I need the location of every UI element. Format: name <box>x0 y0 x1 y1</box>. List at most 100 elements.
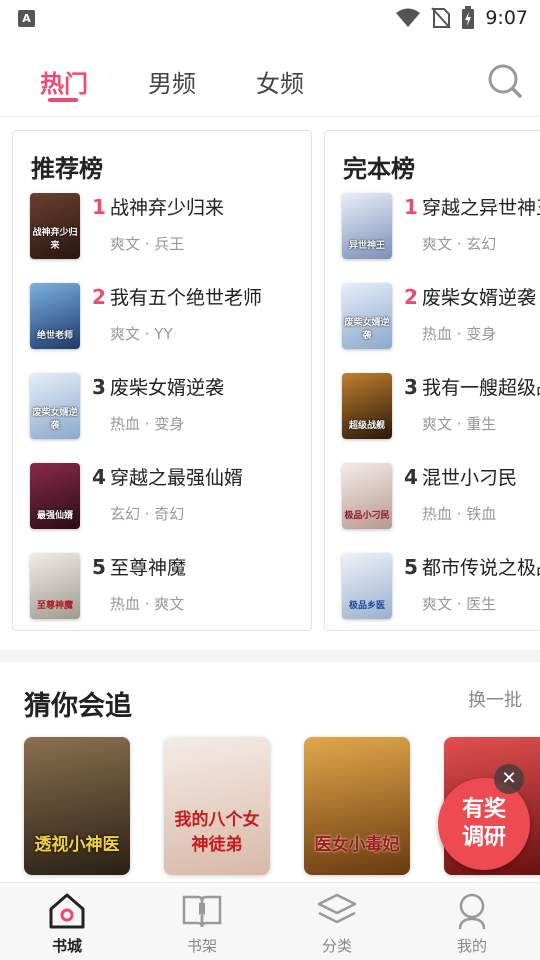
cover-title: 废柴女婿逆袭 <box>344 318 390 341</box>
book-tags: 热血 · 爽文 <box>110 595 185 613</box>
rank-item[interactable]: 至尊神魔 5 至尊神魔 热血 · 爽文 <box>30 553 311 623</box>
rank-item[interactable]: 最强仙婿 4 穿越之最强仙婿 玄幻 · 奇幻 <box>30 463 311 533</box>
nav-bookshelf[interactable]: 书架 <box>157 889 247 959</box>
rank-number: 5 <box>404 555 418 579</box>
rank-item[interactable]: 废柴女婿逆袭 3 废柴女婿逆袭 热血 · 变身 <box>30 373 311 443</box>
refresh-button[interactable]: 换一批 <box>468 686 522 712</box>
cover-title: 至尊神魔 <box>36 601 73 611</box>
cover-title: 废柴女婿逆袭 <box>32 408 78 431</box>
nav-category[interactable]: 分类 <box>292 889 382 959</box>
tab-female[interactable]: 女频 <box>256 64 304 99</box>
cover-title: 极品乡医 <box>348 601 385 611</box>
book-title: 我有一艘超级战舰 <box>422 377 540 399</box>
rank-number: 2 <box>404 285 418 309</box>
rank-item[interactable]: 异世神王 1 穿越之异世神王 爽文 · 玄幻 <box>342 193 540 263</box>
panel-title: 推荐榜 <box>31 155 103 183</box>
rank-number: 1 <box>404 195 418 219</box>
cover-title: 战神弃少归来 <box>32 228 78 251</box>
book-title: 至尊神魔 <box>110 557 187 579</box>
book-title: 废柴女婿逆袭 <box>422 287 537 309</box>
book-cover[interactable]: 极品小刁民 <box>342 463 392 529</box>
tab-male[interactable]: 男频 <box>148 64 196 99</box>
book-title: 穿越之异世神王 <box>422 197 540 219</box>
rank-item[interactable]: 极品小刁民 4 混世小刁民 热血 · 铁血 <box>342 463 540 533</box>
home-icon <box>49 893 85 929</box>
finished-rank-panel: 完本榜 异世神王 1 穿越之异世神王 爽文 · 玄幻 废柴女婿逆袭 2 废柴女婿… <box>324 130 540 631</box>
rank-item[interactable]: 超级战舰 3 我有一艘超级战舰 爽文 · 重生 <box>342 373 540 443</box>
rank-number: 4 <box>92 465 106 489</box>
nav-profile[interactable]: 我的 <box>427 889 517 959</box>
tab-divider <box>0 116 540 117</box>
book-title: 废柴女婿逆袭 <box>110 377 225 399</box>
bottom-navigation: 书城 书架 分类 我的 <box>0 882 540 960</box>
book-cover[interactable]: 废柴女婿逆袭 <box>342 283 392 349</box>
rank-number: 3 <box>404 375 418 399</box>
book-tags: 热血 · 变身 <box>110 415 185 433</box>
cover-title: 异世神王 <box>348 241 385 251</box>
rank-item[interactable]: 战神弃少归来 1 战神弃少归来 爽文 · 兵王 <box>30 193 311 263</box>
rank-item[interactable]: 废柴女婿逆袭 2 废柴女婿逆袭 热血 · 变身 <box>342 283 540 353</box>
active-tab-indicator <box>48 98 78 102</box>
book-cover[interactable]: 超级战舰 <box>342 373 392 439</box>
book-tags: 爽文 · 兵王 <box>110 235 185 253</box>
rank-item[interactable]: 极品乡医 5 都市传说之极品神医 爽文 · 医生 <box>342 553 540 623</box>
book-cover[interactable]: 极品乡医 <box>342 553 392 619</box>
book-title: 混世小刁民 <box>422 467 518 489</box>
battery-charging-icon <box>462 6 475 29</box>
book-cover[interactable]: 我的八个女神徒弟 <box>164 737 270 875</box>
book-tags: 爽文 · 重生 <box>422 415 497 433</box>
nav-label: 书架 <box>186 937 217 955</box>
section-title: 猜你会追 <box>24 691 132 722</box>
rank-number: 2 <box>92 285 106 309</box>
tab-hot[interactable]: 热门 <box>40 64 88 99</box>
profile-icon <box>458 893 486 930</box>
close-icon[interactable]: ✕ <box>494 764 524 794</box>
nav-label: 我的 <box>456 937 487 955</box>
nav-label: 分类 <box>321 937 352 955</box>
book-title: 都市传说之极品神医 <box>422 557 540 579</box>
rank-item[interactable]: 绝世老师 2 我有五个绝世老师 爽文 · YY <box>30 283 311 353</box>
bookshelf-icon <box>182 895 222 928</box>
cover-title: 最强仙婿 <box>36 511 73 521</box>
book-title: 穿越之最强仙婿 <box>110 467 244 489</box>
wifi-icon <box>396 8 421 27</box>
book-cover[interactable]: 透视小神医 <box>24 737 130 875</box>
book-tags: 爽文 · 玄幻 <box>422 235 497 253</box>
book-cover[interactable]: 至尊神魔 <box>30 553 80 619</box>
book-cover[interactable]: 最强仙婿 <box>30 463 80 529</box>
rank-number: 1 <box>92 195 106 219</box>
no-sim-icon <box>431 7 452 29</box>
section-separator <box>0 650 540 662</box>
book-title: 战神弃少归来 <box>110 197 225 219</box>
cover-title: 极品小刁民 <box>344 511 390 521</box>
nav-bookstore[interactable]: 书城 <box>22 889 112 959</box>
ad-line-2: 调研 <box>461 825 506 850</box>
search-icon[interactable] <box>486 62 526 102</box>
cover-title: 透视小神医 <box>34 835 120 855</box>
rank-number: 5 <box>92 555 106 579</box>
book-cover[interactable]: 异世神王 <box>342 193 392 259</box>
rank-number: 3 <box>92 375 106 399</box>
ad-line-1: 有奖 <box>461 797 506 822</box>
book-cover[interactable]: 绝世老师 <box>30 283 80 349</box>
cover-title: 我的八个女神徒弟 <box>174 810 260 855</box>
status-bar: A 9:07 <box>0 0 540 36</box>
status-indicators: 9:07 <box>395 6 528 30</box>
book-tags: 热血 · 铁血 <box>422 505 497 523</box>
book-tags: 热血 · 变身 <box>422 325 497 343</box>
cover-title: 绝世老师 <box>36 331 73 341</box>
cover-title: 超级战舰 <box>348 421 385 431</box>
book-cover[interactable]: 废柴女婿逆袭 <box>30 373 80 439</box>
top-tab-bar: 热门 男频 女频 <box>0 52 540 116</box>
book-tags: 爽文 · 医生 <box>422 595 497 613</box>
rank-number: 4 <box>404 465 418 489</box>
cover-title: 医女小毒妃 <box>314 835 400 855</box>
book-cover[interactable]: 战神弃少归来 <box>30 193 80 259</box>
book-cover[interactable]: 医女小毒妃 <box>304 737 410 875</box>
clock: 9:07 <box>485 7 528 29</box>
category-icon <box>317 893 357 924</box>
nav-label: 书城 <box>51 937 82 955</box>
book-tags: 玄幻 · 奇幻 <box>110 505 185 523</box>
recommend-rank-panel: 推荐榜 战神弃少归来 1 战神弃少归来 爽文 · 兵王 绝世老师 2 我有五个绝… <box>12 130 312 631</box>
app-notification-icon: A <box>18 10 35 27</box>
